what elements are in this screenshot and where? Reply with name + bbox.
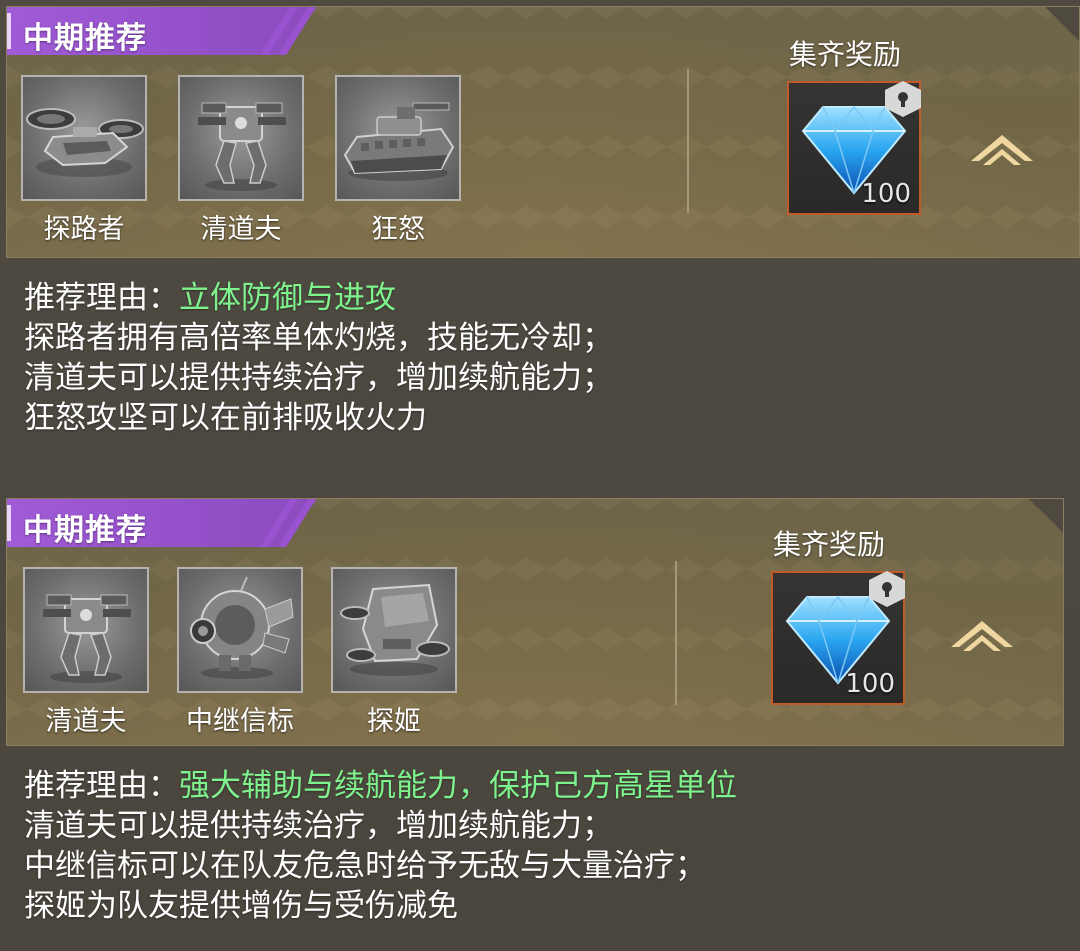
recommendation-card-1: 中期推荐 探路者 清道夫 狂怒 集齐奖励 100 [6, 6, 1080, 258]
unit-card[interactable]: 中继信标 [177, 567, 303, 738]
reason-line: 清道夫可以提供持续治疗，增加续航能力； [24, 360, 613, 396]
recommendation-reason-2: 推荐理由：强大辅助与续航能力，保护己方高星单位 清道夫可以提供持续治疗，增加续航… [24, 766, 737, 926]
reason-title: 强大辅助与续航能力，保护己方高星单位 [179, 768, 737, 804]
banner-title: 中期推荐 [23, 513, 147, 548]
unit-name: 狂怒 [371, 214, 425, 245]
card-corner [1029, 499, 1063, 533]
unit-portrait-frame [21, 75, 147, 201]
reason-line: 清道夫可以提供持续治疗，增加续航能力； [24, 808, 613, 844]
reward-title: 集齐奖励 [773, 528, 886, 561]
section-divider [687, 69, 689, 213]
reason-line: 中继信标可以在队友危急时给予无敌与大量治疗； [24, 848, 706, 884]
recommendation-reason-1: 推荐理由：立体防御与进攻 探路者拥有高倍率单体灼烧，技能无冷却； 清道夫可以提供… [24, 278, 613, 438]
reward-quantity: 100 [845, 669, 895, 699]
unit-name: 清道夫 [200, 214, 282, 245]
unit-card[interactable]: 探姬 [331, 567, 457, 738]
unit-portrait-frame [177, 567, 303, 693]
reward-quantity: 100 [861, 179, 911, 209]
unit-portrait-frame [335, 75, 461, 201]
collapse-button[interactable] [947, 613, 1017, 653]
banner-title: 中期推荐 [23, 21, 147, 56]
chevron-up-icon [971, 135, 1033, 165]
unit-name: 探姬 [367, 706, 421, 737]
hover-drone-icon [26, 108, 144, 177]
collapse-button[interactable] [967, 127, 1037, 167]
unit-card[interactable]: 狂怒 [335, 75, 461, 246]
unit-card[interactable]: 探路者 [21, 75, 147, 246]
chevron-up-icon [951, 621, 1013, 651]
reason-heading: 推荐理由：强大辅助与续航能力，保护己方高星单位 [24, 766, 737, 806]
card-corner [1045, 7, 1079, 41]
unit-name: 探路者 [43, 214, 125, 245]
unit-portrait-frame [331, 567, 457, 693]
reason-label: 推荐理由： [24, 768, 179, 804]
banner-edge [7, 505, 11, 541]
recommendation-page: 中期推荐 探路者 清道夫 狂怒 集齐奖励 100 推荐理由：立体防御与进攻 探路… [0, 0, 1080, 951]
mech-walker-icon [43, 594, 131, 683]
reward-title: 集齐奖励 [789, 38, 902, 71]
reason-title: 立体防御与进攻 [179, 280, 396, 316]
banner-edge [7, 13, 11, 49]
reason-line: 探姬为队友提供增伤与受伤减免 [24, 888, 458, 924]
reason-label: 推荐理由： [24, 280, 179, 316]
unit-name: 清道夫 [45, 706, 127, 737]
unit-portrait-frame [23, 567, 149, 693]
section-divider [675, 561, 677, 705]
reason-heading: 推荐理由：立体防御与进攻 [24, 278, 613, 318]
unit-card[interactable]: 清道夫 [23, 567, 149, 738]
reason-line: 探路者拥有高倍率单体灼烧，技能无冷却； [24, 320, 613, 356]
recommendation-card-2: 中期推荐 清道夫 中继信标 探姬 集齐奖励 100 [6, 498, 1064, 746]
unit-card[interactable]: 清道夫 [178, 75, 304, 246]
beacon-pod-icon [190, 576, 294, 679]
tank-icon [343, 102, 455, 181]
reason-line: 狂怒攻坚可以在前排吸收火力 [24, 400, 427, 436]
unit-name: 中继信标 [186, 706, 294, 737]
mech-walker-icon [198, 102, 286, 191]
reward-item[interactable]: 100 [771, 571, 905, 705]
reward-item[interactable]: 100 [787, 81, 921, 215]
unit-portrait-frame [178, 75, 304, 201]
scout-hover-icon [340, 583, 450, 676]
